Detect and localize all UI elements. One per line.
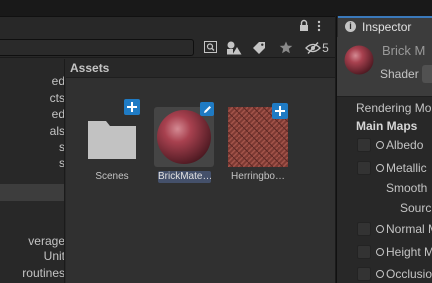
filter-by-type-button[interactable]	[223, 38, 245, 57]
source-row[interactable]: Sourc	[337, 199, 432, 217]
tree-item[interactable]: routines	[0, 265, 65, 281]
save-favorite-button[interactable]	[275, 38, 297, 57]
normal-texture-slot[interactable]	[357, 222, 371, 236]
assets-grid: Assets Scenes BrickMate… Herringbo…	[66, 59, 335, 283]
edit-badge-icon	[200, 102, 214, 116]
occlusion-row: Occlusio	[337, 265, 432, 283]
tree-item-label: ed	[51, 107, 65, 121]
folder-icon	[88, 121, 136, 159]
material-sphere-icon	[157, 110, 211, 164]
shader-label: Shader	[380, 67, 419, 81]
tree-item-label: routines	[22, 266, 65, 280]
tree-item[interactable]: cts	[0, 90, 65, 106]
hidden-packages-count: 5	[322, 40, 329, 55]
albedo-label: Albedo	[386, 138, 424, 152]
tree-item[interactable]: ed	[0, 106, 65, 122]
search-input[interactable]	[0, 39, 194, 56]
tree-item-label: ed	[51, 74, 65, 88]
smoothness-label: Smooth	[386, 181, 428, 195]
albedo-row: Albedo	[337, 136, 432, 154]
asset-label: Herringbo…	[231, 171, 285, 182]
main-maps-label: Main Maps	[356, 119, 418, 133]
search-by-tree-button[interactable]	[200, 38, 222, 57]
filter-by-label-button[interactable]	[248, 38, 270, 57]
material-name: Brick M	[382, 43, 426, 58]
tree-item[interactable]: verage	[0, 233, 65, 249]
material-header: Brick M Shader	[337, 37, 432, 97]
editor-title-strip	[0, 0, 432, 16]
tree-item-label: cts	[49, 91, 65, 105]
tag-icon	[253, 41, 265, 54]
metallic-label: Metallic	[386, 161, 427, 175]
add-badge-icon	[124, 99, 140, 115]
tab-label: Inspector	[362, 20, 412, 34]
tab-inspector[interactable]: i Inspector	[338, 16, 432, 37]
object-picker-icon[interactable]	[376, 270, 384, 278]
metallic-row: Metallic	[337, 159, 432, 177]
breadcrumb-assets[interactable]: Assets	[70, 61, 109, 75]
object-picker-icon[interactable]	[376, 141, 384, 149]
add-badge-icon	[272, 103, 288, 119]
asset-label: BrickMate…	[158, 171, 211, 183]
tree-item-label: als	[49, 124, 65, 138]
metallic-texture-slot[interactable]	[357, 161, 371, 175]
info-icon: i	[345, 21, 356, 32]
project-tab-bar	[0, 17, 335, 37]
tree-item[interactable]: als	[0, 123, 65, 139]
star-icon	[279, 41, 293, 54]
occlusion-texture-slot[interactable]	[357, 267, 371, 281]
tree-item[interactable]: s	[0, 155, 65, 171]
folder-tree: ed cts ed als s s verage Unit routines	[0, 59, 65, 283]
normal-map-row: Normal M	[337, 220, 432, 238]
material-preview-icon	[344, 45, 374, 75]
tree-selection-highlight[interactable]	[0, 184, 64, 201]
height-map-row: Height M	[337, 243, 432, 261]
object-picker-icon[interactable]	[376, 225, 384, 233]
asset-thumbnail-frame	[154, 107, 214, 167]
hidden-packages-toggle[interactable]: 5	[302, 38, 332, 57]
object-picker-icon[interactable]	[376, 248, 384, 256]
tree-item[interactable]: s	[0, 139, 65, 155]
height-map-label: Height M	[386, 245, 432, 259]
tree-item-label: Unit	[43, 249, 65, 263]
project-window: 5 ed cts ed als s s verage Unit routines…	[0, 16, 335, 283]
asset-label: Scenes	[95, 171, 129, 182]
tree-item-label: s	[59, 140, 65, 154]
search-tree-icon	[204, 41, 217, 53]
lock-icon[interactable]	[299, 19, 309, 32]
source-label: Sourc	[400, 201, 432, 215]
object-picker-icon[interactable]	[376, 164, 384, 172]
inspector-window: i Inspector Brick M Shader Rendering Mo …	[336, 16, 432, 283]
shader-dropdown[interactable]	[422, 65, 432, 83]
kebab-menu-icon[interactable]	[316, 20, 322, 32]
rendering-mode-row[interactable]: Rendering Mo	[337, 99, 432, 117]
project-toolbar: 5	[0, 37, 335, 58]
tree-item[interactable]: ed	[0, 73, 65, 89]
eye-slash-icon	[305, 41, 322, 54]
height-texture-slot[interactable]	[357, 245, 371, 259]
breadcrumb: Assets	[66, 59, 335, 78]
main-maps-header: Main Maps	[337, 117, 432, 135]
smoothness-row[interactable]: Smooth	[337, 179, 432, 197]
occlusion-label: Occlusio	[386, 267, 432, 281]
tree-item[interactable]: Unit	[0, 248, 65, 264]
shapes-icon	[227, 41, 242, 54]
rendering-mode-label: Rendering Mo	[356, 101, 432, 115]
tree-item-label: verage	[28, 234, 65, 248]
normal-map-label: Normal M	[386, 222, 432, 236]
tree-item-label: s	[59, 156, 65, 170]
albedo-texture-slot[interactable]	[357, 138, 371, 152]
